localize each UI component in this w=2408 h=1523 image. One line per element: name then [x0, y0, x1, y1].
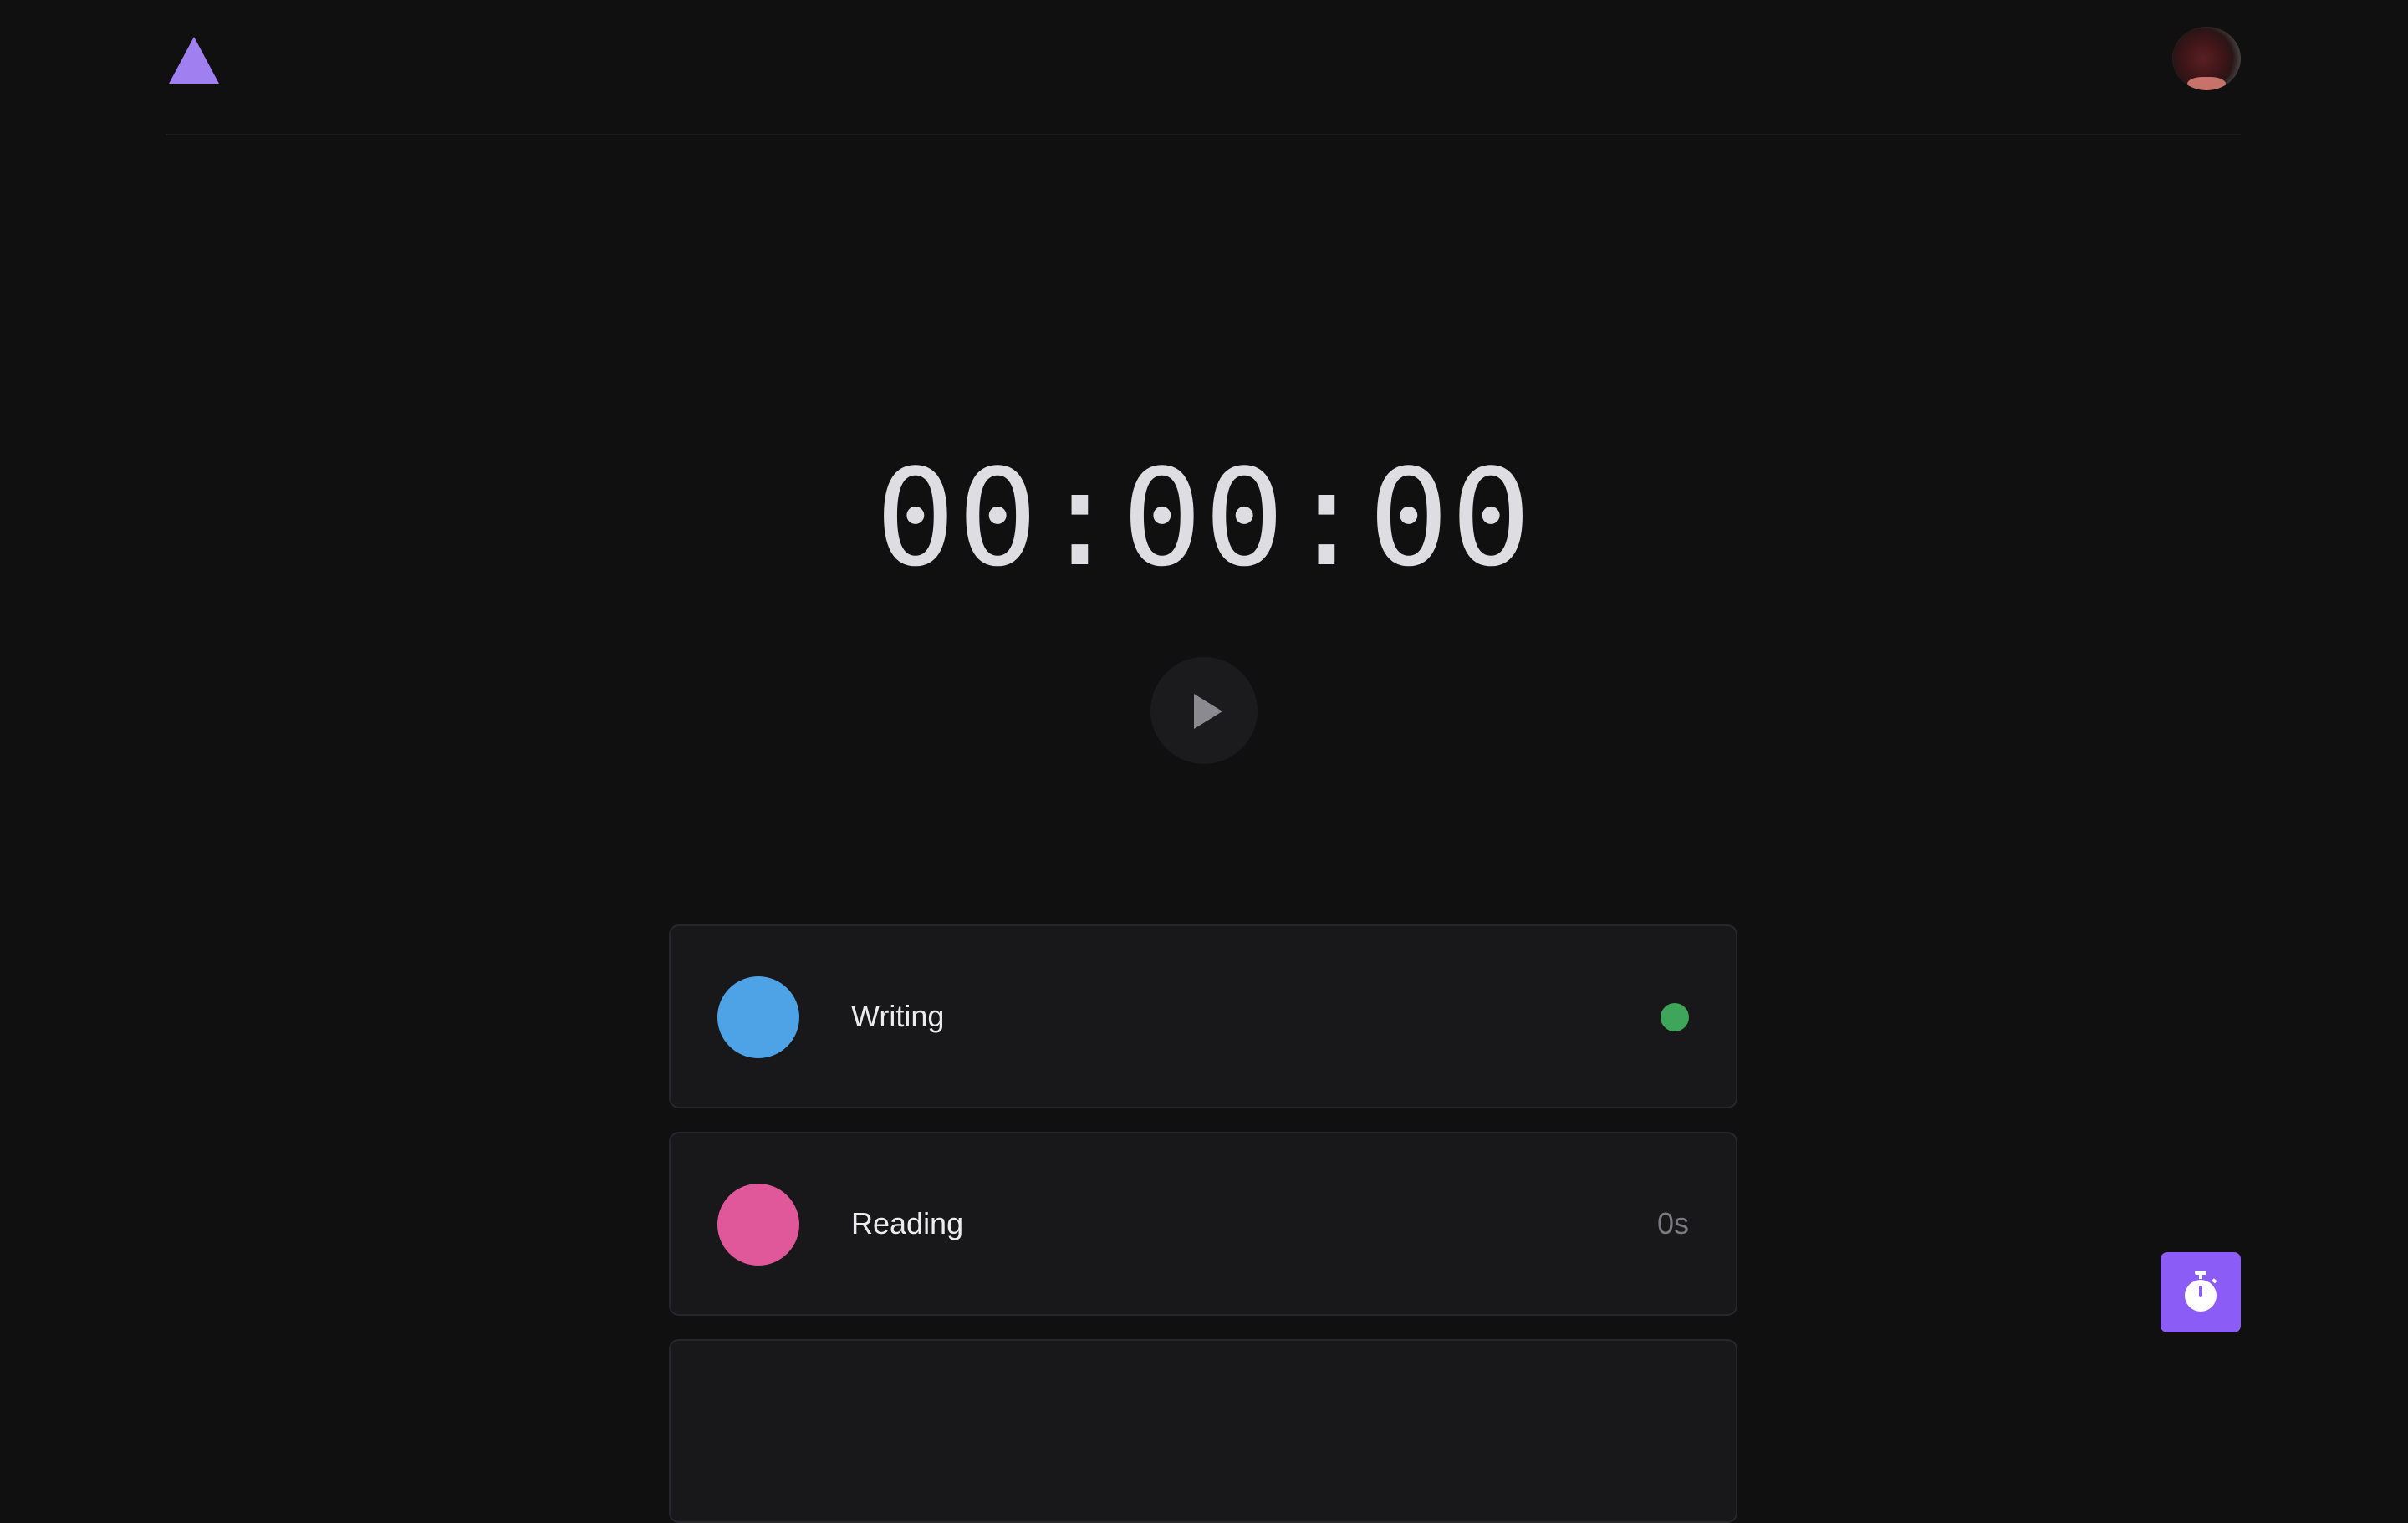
activity-color-dot: [717, 1184, 799, 1266]
play-icon: [1194, 694, 1222, 729]
stopwatch-icon: [2185, 1271, 2217, 1312]
triangle-logo-icon[interactable]: [167, 35, 221, 85]
stopwatch-button[interactable]: [2161, 1252, 2241, 1332]
activity-color-dot: [717, 976, 799, 1058]
activity-time: 0s: [1656, 1206, 1689, 1240]
activity-card-writing[interactable]: Writing: [669, 924, 1737, 1108]
timer-display: 00:00:00: [875, 440, 1533, 596]
activity-card-reading[interactable]: Reading 0s: [669, 1132, 1737, 1316]
activity-label: Reading: [851, 1206, 964, 1240]
header: [166, 0, 2241, 135]
activity-card-partial[interactable]: [669, 1339, 1737, 1523]
active-status-indicator: [1661, 1003, 1689, 1031]
user-avatar[interactable]: [2172, 27, 2241, 90]
play-button[interactable]: [1150, 657, 1258, 764]
activity-label: Writing: [851, 999, 945, 1033]
